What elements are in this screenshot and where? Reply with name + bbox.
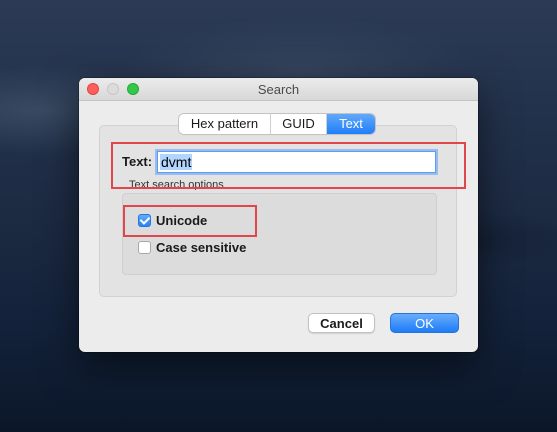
search-mode-tabs: Hex pattern GUID Text — [179, 114, 375, 134]
case-sensitive-label: Case sensitive — [156, 239, 247, 255]
case-sensitive-checkbox[interactable] — [138, 240, 151, 254]
window-title: Search — [257, 82, 300, 97]
text-search-options-label: Text search options — [129, 179, 224, 190]
unicode-label: Unicode — [156, 212, 208, 228]
title-bar: Search — [79, 78, 478, 101]
cancel-button[interactable]: Cancel — [308, 313, 375, 333]
tab-text[interactable]: Text — [327, 114, 375, 134]
search-dialog: Search Hex pattern GUID Text Text: dvmt … — [79, 78, 478, 352]
text-search-options-group — [122, 193, 437, 275]
tab-guid[interactable]: GUID — [271, 114, 327, 134]
selected-text: dvmt — [160, 154, 193, 170]
ok-button[interactable]: OK — [390, 313, 459, 333]
unicode-checkbox[interactable] — [138, 213, 151, 227]
search-text-input[interactable]: dvmt — [157, 151, 436, 173]
tab-hex-pattern[interactable]: Hex pattern — [179, 114, 271, 134]
unicode-option[interactable]: Unicode — [138, 212, 207, 228]
text-field-label: Text: — [122, 154, 153, 169]
case-sensitive-option[interactable]: Case sensitive — [138, 239, 246, 255]
